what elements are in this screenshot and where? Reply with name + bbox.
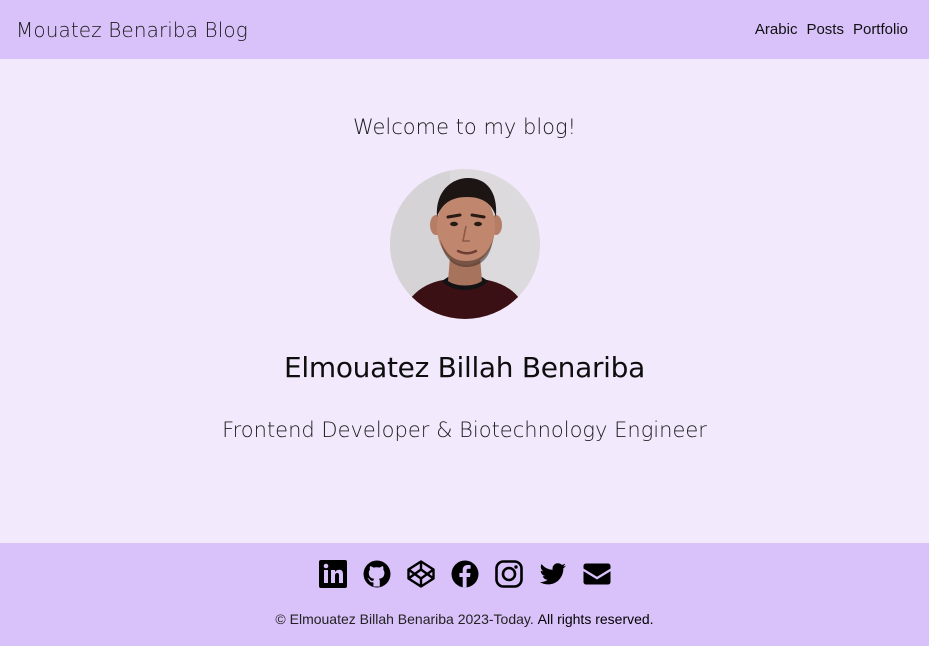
facebook-icon (451, 560, 478, 588)
main-nav: Arabic Posts Portfolio (755, 21, 908, 38)
github-icon (363, 560, 390, 588)
social-links (0, 559, 929, 589)
codepen-icon (406, 560, 435, 588)
nav-link-arabic[interactable]: Arabic (755, 21, 798, 38)
welcome-heading: Welcome to my blog! (352, 115, 577, 139)
avatar (390, 169, 540, 319)
site-header: Mouatez Benariba Blog Arabic Posts Portf… (0, 0, 929, 59)
linkedin-link[interactable] (318, 559, 348, 589)
author-role: Frontend Developer & Biotechnology Engin… (222, 418, 707, 442)
author-name: Elmouatez Billah Benariba (284, 351, 645, 384)
nav-link-posts[interactable]: Posts (806, 21, 844, 38)
linkedin-icon (318, 560, 347, 588)
site-title-link[interactable]: Mouatez Benariba Blog (16, 18, 248, 42)
avatar-portrait (390, 169, 540, 319)
copyright-owner: © Elmouatez Billah Benariba 2023-Today. (275, 611, 534, 627)
twitter-link[interactable] (538, 559, 568, 589)
instagram-icon (494, 560, 523, 588)
nav-link-portfolio[interactable]: Portfolio (853, 21, 908, 38)
email-icon (583, 563, 610, 585)
site-footer: © Elmouatez Billah Benariba 2023-Today. … (0, 543, 929, 646)
copyright-rights: All rights reserved. (537, 611, 654, 627)
codepen-link[interactable] (406, 559, 436, 589)
instagram-link[interactable] (494, 559, 524, 589)
facebook-link[interactable] (450, 559, 480, 589)
hero-section: Welcome to my blog! Elmouatez Billah Ben… (0, 59, 929, 543)
email-link[interactable] (582, 559, 612, 589)
github-link[interactable] (362, 559, 392, 589)
copyright-text: © Elmouatez Billah Benariba 2023-Today. … (0, 611, 929, 627)
twitter-icon (539, 563, 566, 585)
